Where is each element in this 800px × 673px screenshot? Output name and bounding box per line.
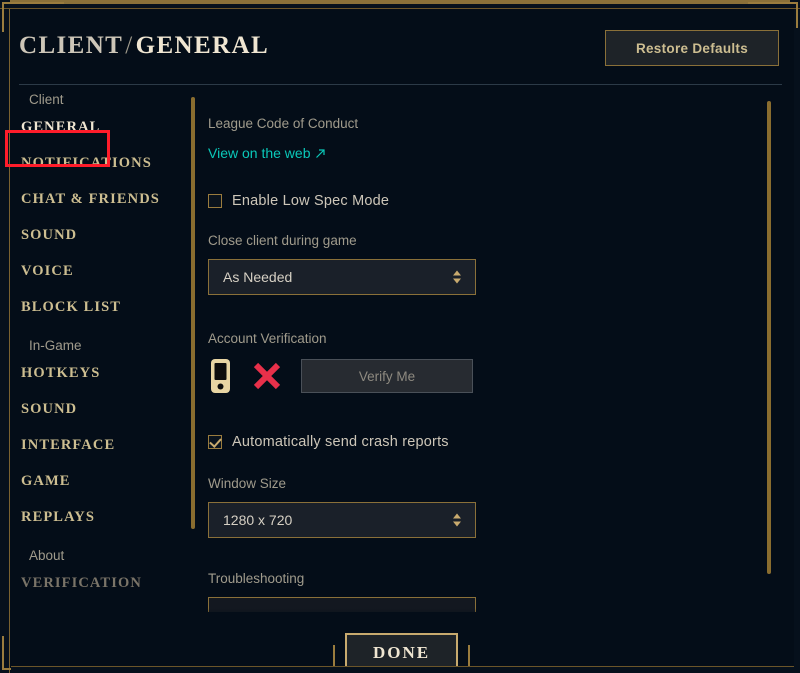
crash-reports-checkbox[interactable] bbox=[208, 435, 222, 449]
window-size-select[interactable]: 1280 x 720 bbox=[208, 502, 476, 538]
account-verification-row: Verify Me bbox=[208, 358, 758, 394]
sidebar-group-about: About VERIFICATION bbox=[11, 548, 186, 601]
low-spec-mode-row[interactable]: Enable Low Spec Mode bbox=[208, 193, 758, 209]
close-client-select[interactable]: As Needed bbox=[208, 259, 476, 295]
troubleshooting-panel[interactable] bbox=[208, 597, 476, 612]
chevron-updown-icon bbox=[453, 513, 461, 527]
window-frame-bottom bbox=[11, 666, 794, 673]
sidebar-group-label-client: Client bbox=[29, 92, 64, 107]
sidebar-item-verification[interactable]: VERIFICATION bbox=[11, 565, 186, 601]
sidebar-item-block-list[interactable]: BLOCK LIST bbox=[11, 289, 186, 325]
sidebar-item-chat-and-friends[interactable]: CHAT & FRIENDS bbox=[11, 181, 186, 217]
content-scrollbar[interactable] bbox=[767, 101, 771, 574]
settings-content: League Code of Conduct View on the web E… bbox=[208, 92, 758, 612]
sidebar-group-label-about: About bbox=[29, 548, 65, 563]
breadcrumb-client: CLIENT bbox=[19, 32, 124, 59]
crash-reports-label: Automatically send crash reports bbox=[232, 434, 449, 450]
close-client-label: Close client during game bbox=[208, 233, 357, 248]
header: CLIENT/GENERAL Restore Defaults bbox=[11, 10, 794, 88]
low-spec-mode-checkbox[interactable] bbox=[208, 194, 222, 208]
sidebar-scrollbar[interactable] bbox=[191, 97, 195, 529]
settings-window: CLIENT/GENERAL Restore Defaults Client G… bbox=[0, 0, 800, 673]
sidebar: Client GENERAL NOTIFICATIONS CHAT & FRIE… bbox=[11, 92, 186, 664]
restore-defaults-button[interactable]: Restore Defaults bbox=[605, 30, 779, 66]
sidebar-item-interface[interactable]: INTERFACE bbox=[11, 427, 186, 463]
sidebar-item-sound-client[interactable]: SOUND bbox=[11, 217, 186, 253]
sidebar-item-sound-in-game[interactable]: SOUND bbox=[11, 391, 186, 427]
page-title: CLIENT/GENERAL bbox=[19, 32, 269, 60]
window-frame-top-accent bbox=[10, 0, 790, 4]
sidebar-item-hotkeys[interactable]: HOTKEYS bbox=[11, 355, 186, 391]
sidebar-group-client: Client GENERAL NOTIFICATIONS CHAT & FRIE… bbox=[11, 92, 186, 325]
close-client-select-value: As Needed bbox=[223, 269, 293, 285]
window-frame-top bbox=[0, 0, 800, 9]
crash-reports-row[interactable]: Automatically send crash reports bbox=[208, 434, 758, 450]
sidebar-group-in-game: In-Game HOTKEYS SOUND INTERFACE GAME REP… bbox=[11, 338, 186, 535]
low-spec-mode-label: Enable Low Spec Mode bbox=[232, 193, 390, 209]
verify-me-button[interactable]: Verify Me bbox=[301, 359, 473, 393]
sidebar-group-label-in-game: In-Game bbox=[29, 338, 82, 353]
breadcrumb-separator: / bbox=[125, 32, 134, 59]
sidebar-item-general[interactable]: GENERAL bbox=[11, 109, 186, 145]
window-frame-left bbox=[0, 9, 10, 673]
account-verification-label: Account Verification bbox=[208, 331, 327, 346]
external-link-arrow-icon bbox=[316, 148, 326, 158]
sidebar-item-game[interactable]: GAME bbox=[11, 463, 186, 499]
sidebar-item-replays[interactable]: REPLAYS bbox=[11, 499, 186, 535]
window-size-select-value: 1280 x 720 bbox=[223, 512, 293, 528]
view-on-the-web-link[interactable]: View on the web bbox=[208, 145, 326, 161]
red-x-icon bbox=[253, 362, 281, 390]
mobile-phone-icon bbox=[211, 359, 230, 393]
troubleshooting-label: Troubleshooting bbox=[208, 571, 305, 586]
window-size-label: Window Size bbox=[208, 476, 287, 491]
sidebar-item-voice[interactable]: VOICE bbox=[11, 253, 186, 289]
breadcrumb-general: GENERAL bbox=[135, 32, 270, 59]
sidebar-item-notifications[interactable]: NOTIFICATIONS bbox=[11, 145, 186, 181]
window-frame-right bbox=[794, 9, 800, 673]
view-on-the-web-link-label: View on the web bbox=[208, 145, 311, 161]
code-of-conduct-label: League Code of Conduct bbox=[208, 116, 359, 131]
chevron-updown-icon bbox=[453, 270, 461, 284]
header-divider bbox=[19, 84, 782, 85]
